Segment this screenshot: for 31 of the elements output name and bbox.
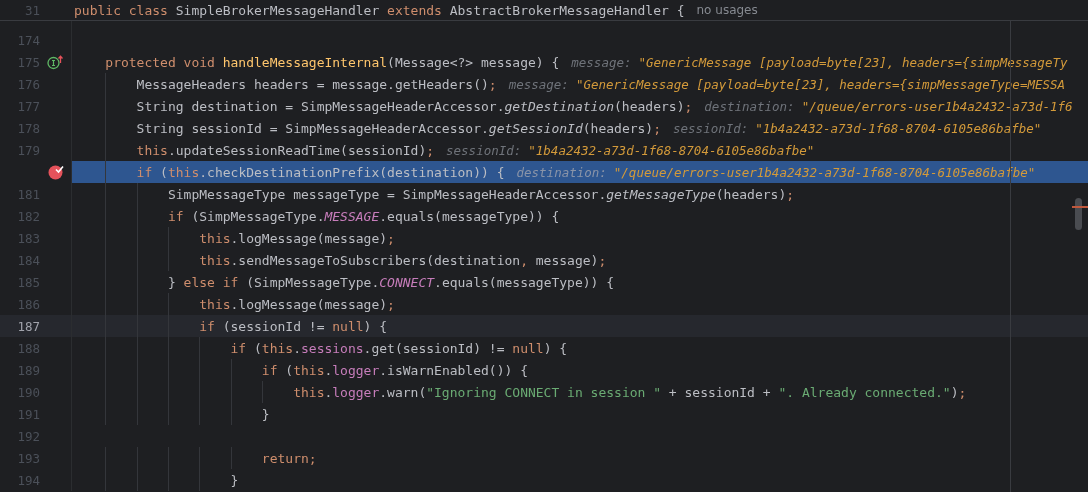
code-line: return;	[260, 450, 317, 466]
scrollbar-thumb[interactable]	[1075, 198, 1082, 230]
code-line: SimpMessageType messageType = SimpMessageHeaderAccessor.getMessageType(headers);	[166, 186, 795, 202]
code-line: public class SimpleBrokerMessageHandler extends AbstractBrokerMessageHandler {	[74, 2, 685, 18]
line-number: 187	[17, 318, 40, 334]
code-line: if (this.checkDestinationPrefix(destination)) {	[135, 164, 505, 180]
code-line: this.logger.warn("Ignoring CONNECT in session " + sessionId + ". Already connected.");	[292, 384, 967, 400]
code-line: if (SimpMessageType.MESSAGE.equals(messageType)) {	[166, 208, 560, 224]
code-line: this.logMessage(message);	[198, 230, 395, 246]
usage-hint[interactable]: no usages	[696, 3, 758, 17]
breakpoint-icon[interactable]	[47, 164, 64, 180]
code-line: if (this.sessions.get(sessionId) != null) {	[229, 340, 568, 356]
inline-value-hint: destination: "/queue/errors-user1b4a2432-a73d-1f68-8704-6105e86bafbe"	[516, 164, 1036, 180]
code-line: this.updateSessionReadTime(sessionId);	[135, 142, 435, 158]
inline-value-hint: message: "GenericMessage [payload=byte[23], headers={simpMessageTy	[571, 54, 1068, 70]
code-line: }	[229, 472, 239, 488]
inline-value-hint: message: "GenericMessage [payload=byte[23], headers={simpMessageType=MESSA	[508, 76, 1066, 92]
code-line: String sessionId = SimpMessageHeaderAccessor.getSessionId(headers);	[135, 120, 662, 136]
code-line: this.logMessage(message);	[198, 296, 395, 312]
code-line: protected void handleMessageInternal(Message<?> message) {	[104, 54, 560, 70]
code-line: if (this.logger.isWarnEnabled()) {	[260, 362, 528, 378]
implements-method-icon[interactable]	[47, 54, 64, 70]
code-line: this.sendMessageToSubscribers(destination, message);	[198, 252, 607, 268]
inline-value-hint: destination: "/queue/errors-user1b4a2432-a73d-1f6	[704, 98, 1073, 114]
code-line: if (sessionId != null) {	[198, 318, 388, 334]
code-line: MessageHeaders headers = message.getHeaders();	[135, 76, 497, 92]
code-line: }	[260, 406, 270, 422]
inline-value-hint: sessionId: "1b4a2432-a73d-1f68-8704-6105e86bafbe"	[673, 120, 1042, 136]
code-line: String destination = SimpMessageHeaderAccessor.getDestination(headers);	[135, 98, 693, 114]
inline-value-hint: sessionId: "1b4a2432-a73d-1f68-8704-6105e86bafbe"	[446, 142, 815, 158]
code-line: } else if (SimpMessageType.CONNECT.equals(messageType)) {	[166, 274, 615, 290]
